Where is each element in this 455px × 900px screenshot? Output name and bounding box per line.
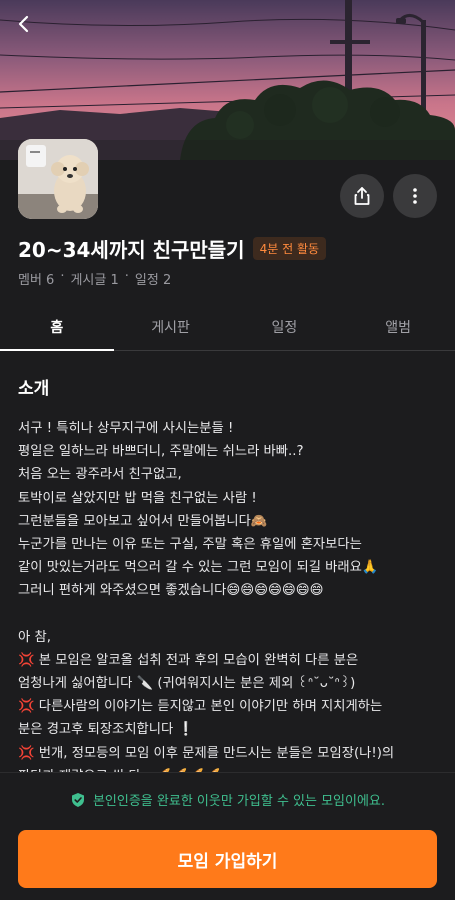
join-footer: 본인인증을 완료한 이웃만 가입할 수 있는 모임이에요. 모임 가입하기 — [0, 772, 455, 900]
intro-line: 💢 다른사람의 이야기는 듣지않고 본인 이야기만 하며 지치게하는 — [18, 699, 383, 715]
intro-line: 같이 맛있는거라도 먹으러 갈 수 있는 그런 모임이 되길 바래요🙏 — [18, 560, 379, 576]
meta-separator: · — [124, 269, 129, 284]
group-meta: 멤버 6 · 게시글 1 · 일정 2 — [18, 269, 171, 288]
intro-line: 처음 오는 광주라서 친구없고, — [18, 467, 182, 483]
more-button[interactable] — [393, 174, 437, 218]
shield-check-icon — [71, 792, 84, 807]
intro-line: 그런분들을 모아보고 싶어서 만들어봅니다🙈 — [18, 513, 268, 529]
activity-badge: 4분 전 활동 — [252, 237, 327, 260]
verification-notice: 본인인증을 완료한 이웃만 가입할 수 있는 모임이에요. — [0, 790, 455, 809]
intro-line: 💢 번개, 정모등의 모임 이후 문제를 만드시는 분들은 모임장(나!)의 — [18, 745, 395, 761]
intro-line: 분은 경고후 퇴장조치합니다 ❕ — [18, 722, 195, 738]
share-icon — [354, 187, 370, 205]
tab-bar: 홈 게시판 일정 앨범 — [0, 308, 455, 351]
intro-line: 판단과 재량으로 싹 다 - 🥖🥖🥖🥖 — [18, 765, 437, 772]
more-vertical-icon — [413, 188, 417, 204]
intro-line: 엄청나게 싫어합니다 🔪 (귀여워지시는 분은 제외 ꒰ᐢ˘ᴗ˘ᐢ꒱) — [18, 676, 356, 692]
cover-photo — [0, 0, 455, 160]
chevron-left-icon — [18, 15, 29, 33]
meta-separator: · — [60, 269, 65, 284]
intro-section: 소개 서구 ! 특히나 상무지구에 사시는분들 ! 평일은 일하느라 바쁘더니, … — [0, 352, 455, 772]
intro-line: 아 참, — [18, 629, 51, 645]
join-group-button[interactable]: 모임 가입하기 — [18, 830, 437, 888]
verification-notice-text: 본인인증을 완료한 이웃만 가입할 수 있는 모임이에요. — [92, 794, 386, 809]
tab-board[interactable]: 게시판 — [114, 308, 228, 350]
intro-line: 누군가를 만나는 이유 또는 구실, 주말 혹은 휴일에 혼자보다는 — [18, 536, 362, 552]
share-button[interactable] — [340, 174, 384, 218]
dog-photo — [18, 139, 98, 219]
group-avatar — [18, 139, 98, 219]
tab-home[interactable]: 홈 — [0, 308, 114, 351]
back-button[interactable] — [14, 14, 46, 46]
tab-schedule[interactable]: 일정 — [228, 308, 342, 350]
intro-line: 평일은 일하느라 바쁘더니, 주말에는 쉬느라 바빠..? — [18, 444, 304, 460]
group-title-row: 20~34세까지 친구만들기 4분 전 활동 — [18, 234, 327, 263]
intro-text: 서구 ! 특히나 상무지구에 사시는분들 ! 평일은 일하느라 바쁘더니, 주말에… — [18, 417, 437, 772]
intro-title: 소개 — [18, 379, 50, 399]
schedule-count: 일정 2 — [134, 273, 172, 288]
member-count: 멤버 6 — [18, 273, 55, 288]
group-title: 20~34세까지 친구만들기 — [18, 238, 245, 262]
intro-line: 💢 본 모임은 알코올 섭취 전과 후의 모습이 완벽히 다른 분은 — [18, 652, 359, 668]
intro-line: 서구 ! 특히나 상무지구에 사시는분들 ! — [18, 421, 234, 436]
sunset-street-illustration — [0, 0, 455, 160]
intro-line: 그러니 편하게 와주셨으면 좋겠습니다😄😄😄😄😄😄😄 — [18, 583, 324, 599]
tab-album[interactable]: 앨범 — [341, 308, 455, 350]
intro-line: 토박이로 살았지만 밥 먹을 친구없는 사람 ! — [18, 490, 257, 506]
post-count: 게시글 1 — [70, 273, 119, 288]
intro-line — [18, 603, 437, 626]
